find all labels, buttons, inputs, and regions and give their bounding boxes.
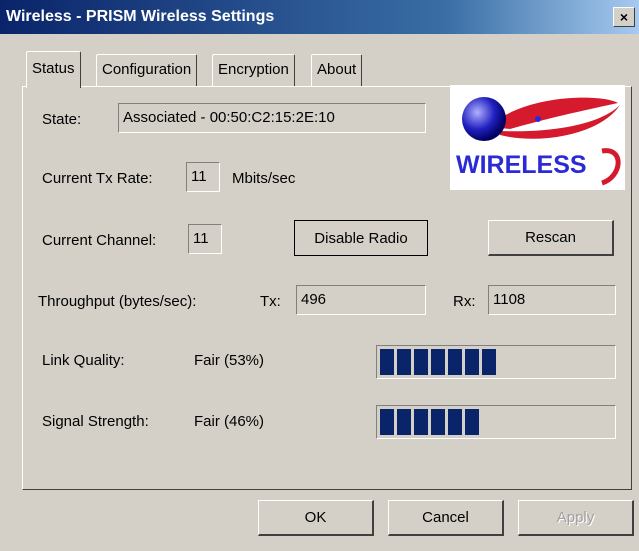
- tx-field: 496: [296, 285, 426, 315]
- channel-label: Current Channel:: [42, 232, 157, 249]
- tx-label: Tx:: [260, 293, 281, 310]
- rescan-label: Rescan: [525, 229, 576, 246]
- signal-strength-bar: [376, 405, 616, 439]
- link-quality-segment: [431, 349, 445, 375]
- link-quality-segment: [482, 349, 496, 375]
- tx-rate-label: Current Tx Rate:: [42, 170, 153, 187]
- link-quality-segment: [414, 349, 428, 375]
- state-field: Associated - 00:50:C2:15:2E:10: [118, 103, 426, 133]
- signal-strength-segment: [448, 409, 462, 435]
- state-label: State:: [42, 111, 82, 128]
- rx-label: Rx:: [453, 293, 476, 310]
- signal-strength-value: Fair (46%): [194, 413, 265, 430]
- status-content: State: Associated - 00:50:C2:15:2E:10 Cu…: [0, 0, 639, 551]
- signal-strength-label: Signal Strength:: [42, 413, 149, 430]
- signal-strength-segment: [414, 409, 428, 435]
- disable-radio-button[interactable]: Disable Radio: [294, 220, 428, 256]
- rx-field: 1108: [488, 285, 616, 315]
- tx-rate-field: 11: [186, 162, 220, 192]
- link-quality-value: Fair (53%): [194, 352, 265, 369]
- link-quality-bar: [376, 345, 616, 379]
- signal-strength-segment: [380, 409, 394, 435]
- link-quality-segment: [465, 349, 479, 375]
- throughput-label: Throughput (bytes/sec):: [38, 293, 197, 310]
- signal-strength-segment: [397, 409, 411, 435]
- signal-strength-segment: [465, 409, 479, 435]
- rescan-button[interactable]: Rescan: [488, 220, 614, 256]
- wireless-logo-graphic: WIRELESS: [450, 85, 625, 190]
- link-quality-segment: [380, 349, 394, 375]
- tx-rate-unit: Mbits/sec: [232, 170, 296, 187]
- channel-field: 11: [188, 224, 222, 254]
- logo-text: WIRELESS: [456, 151, 587, 179]
- disable-radio-label: Disable Radio: [314, 229, 408, 247]
- link-quality-segment: [397, 349, 411, 375]
- wireless-logo: WIRELESS: [450, 85, 625, 190]
- signal-strength-segment: [431, 409, 445, 435]
- link-quality-segment: [448, 349, 462, 375]
- link-quality-label: Link Quality:: [42, 352, 125, 369]
